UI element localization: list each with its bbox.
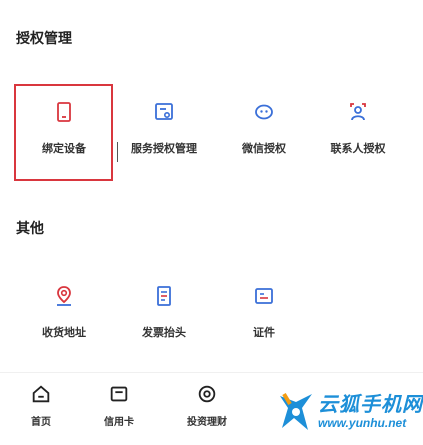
tab-label: 首页	[31, 417, 51, 428]
item-label: 收货地址	[42, 327, 86, 339]
item-label: 服务授权管理	[131, 143, 197, 155]
item-label: 绑定设备	[42, 143, 86, 155]
item-label: 微信授权	[242, 143, 286, 155]
item-wechat-auth[interactable]: 微信授权	[216, 92, 312, 168]
item-invoice-title[interactable]: 发票抬头	[116, 276, 212, 352]
watermark-title: 云狐手机网	[318, 394, 423, 416]
fox-logo-icon	[280, 392, 312, 430]
tab-label: 投资理财	[187, 417, 227, 428]
item-bind-device[interactable]: 绑定设备	[16, 92, 112, 168]
device-icon	[57, 102, 71, 122]
tab-home[interactable]: 首页	[6, 383, 76, 439]
id-card-icon	[255, 288, 273, 304]
item-shipping-address[interactable]: 收货地址	[16, 276, 112, 352]
item-label: 发票抬头	[142, 327, 186, 339]
location-pin-icon	[57, 286, 71, 306]
section-title-auth: 授权管理	[16, 30, 72, 46]
section-title-other: 其他	[16, 220, 44, 236]
item-service-auth[interactable]: 服务授权管理	[116, 92, 212, 168]
contact-auth-icon	[350, 103, 366, 121]
service-auth-icon	[155, 103, 173, 120]
item-contact-auth[interactable]: 联系人授权	[310, 92, 406, 168]
item-label: 证件	[253, 327, 275, 339]
tab-credit-card[interactable]: 信用卡	[84, 383, 154, 439]
home-icon	[32, 385, 50, 403]
tab-label: 信用卡	[104, 417, 134, 428]
item-label: 联系人授权	[330, 143, 386, 155]
tab-wealth[interactable]: 投资理财	[172, 383, 242, 439]
card-icon	[110, 386, 128, 402]
invoice-icon	[157, 286, 171, 306]
watermark-logo: 云狐手机网 www.yunhu.net	[274, 384, 423, 440]
watermark-url: www.yunhu.net	[318, 416, 407, 430]
wechat-auth-icon	[255, 104, 273, 120]
wealth-icon	[198, 385, 216, 403]
item-documents[interactable]: 证件	[216, 276, 312, 352]
